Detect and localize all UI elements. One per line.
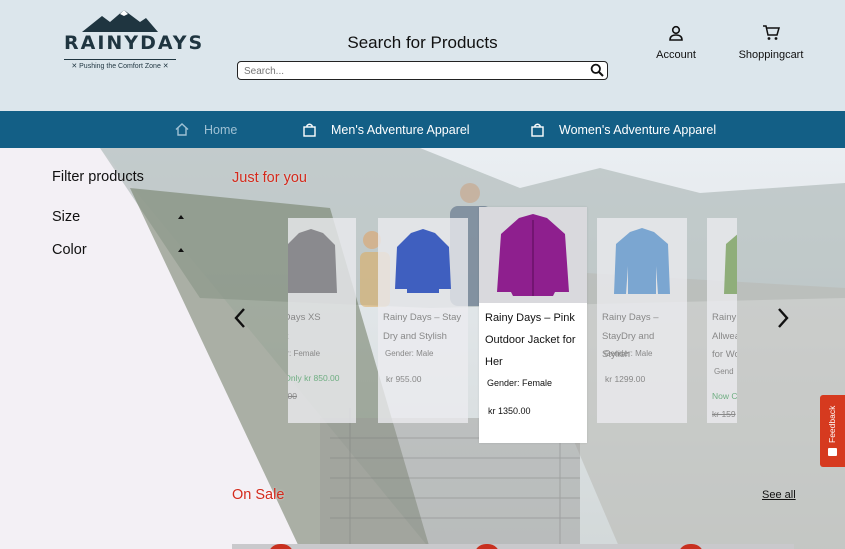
on-sale-heading: On Sale [232, 487, 285, 503]
product-image [378, 218, 468, 305]
nav-mens-apparel[interactable]: Men's Adventure Apparel [303, 111, 470, 148]
product-carousel: ny Days XScket nder: Female ow Only kr 8… [288, 205, 737, 445]
shopping-bag-icon [531, 123, 544, 137]
product-gender: Gender: Male [385, 349, 434, 358]
brand-name: RAINYDAYS [64, 32, 205, 54]
nav-mens-label: Men's Adventure Apparel [331, 122, 470, 137]
shopping-cart-icon [763, 25, 780, 40]
product-old-price: 980.00 [288, 391, 297, 401]
site-header: RAINYDAYS ✕ Pushing the Comfort Zone ✕ S… [0, 0, 845, 111]
shopping-bag-icon [303, 123, 316, 137]
product-name: RainyAllweafor Wo [712, 312, 737, 360]
search-input[interactable] [244, 64, 584, 78]
account-link[interactable]: Account [652, 25, 700, 61]
caret-up-icon [178, 248, 184, 252]
mountain-logo-icon [82, 10, 158, 32]
product-gender: Gender: Female [487, 378, 553, 388]
product-image [707, 218, 737, 305]
product-sale-price: Now C [712, 391, 737, 401]
see-all-link[interactable]: See all [762, 489, 796, 501]
user-icon [669, 25, 683, 41]
search-box [237, 61, 608, 80]
account-label: Account [656, 49, 696, 61]
rainydays-logo[interactable]: RAINYDAYS ✕ Pushing the Comfort Zone ✕ [64, 10, 205, 72]
product-card-featured[interactable]: Rainy Days – Pink Outdoor Jacket for Her G… [479, 207, 587, 443]
product-name: Rainy Days – Stay Dry and Stylish [383, 312, 462, 342]
search-title: Search for Products [347, 33, 498, 52]
filter-title: Filter products [52, 169, 144, 185]
shoppingcart-link[interactable]: Shoppingcart [738, 24, 804, 61]
feedback-icon [828, 448, 837, 456]
feedback-label: Feedback [827, 405, 837, 443]
on-sale-strip [232, 544, 794, 549]
nav-womens-apparel[interactable]: Women's Adventure Apparel [531, 111, 716, 148]
nav-home-label: Home [204, 122, 238, 137]
home-icon [175, 123, 189, 136]
product-gender: nder: Female [288, 349, 321, 358]
just-for-you-heading: Just for you [232, 170, 307, 186]
filter-color-toggle[interactable]: Color [52, 242, 187, 258]
chevron-right-icon [778, 308, 789, 328]
product-image [479, 207, 587, 303]
product-gender: Gender: Male [604, 349, 653, 358]
nav-womens-label: Women's Adventure Apparel [559, 122, 717, 137]
carousel-next-button[interactable] [776, 307, 790, 334]
filter-size-toggle[interactable]: Size [52, 209, 187, 225]
filter-size-label: Size [52, 209, 81, 225]
product-price: kr 1299.00 [605, 374, 646, 384]
product-price: kr 955.00 [386, 374, 422, 384]
chevron-left-icon [234, 308, 245, 328]
product-sale-price: ow Only kr 850.00 [288, 373, 340, 383]
product-image [597, 218, 687, 305]
feedback-tab[interactable]: Feedback [820, 395, 845, 467]
product-image [288, 218, 356, 305]
product-price: kr 1350.00 [488, 406, 531, 416]
product-name: Rainy Days – Pink Outdoor Jacket for Her [485, 312, 576, 368]
carousel-prev-button[interactable] [233, 307, 247, 334]
main-nav: Home Men's Adventure Apparel Women's Adv… [0, 111, 845, 148]
product-gender: Gend [714, 367, 734, 376]
product-card[interactable]: RainyAllweafor Wo Gend Now C kr 159 [707, 218, 737, 423]
product-card[interactable]: Rainy Days – StayDry and Stylish Gender: … [597, 218, 687, 423]
product-card[interactable]: ny Days XScket nder: Female ow Only kr 8… [288, 218, 356, 423]
nav-home[interactable]: Home [175, 111, 237, 148]
caret-up-icon [178, 215, 184, 219]
cart-label: Shoppingcart [738, 49, 804, 61]
product-old-price: kr 159 [712, 409, 736, 419]
brand-tagline: ✕ Pushing the Comfort Zone ✕ [64, 59, 176, 70]
search-icon[interactable] [590, 63, 604, 82]
filter-color-label: Color [52, 242, 87, 258]
product-card[interactable]: Rainy Days – Stay Dry and Stylish Gender:… [378, 218, 468, 423]
product-name: ny Days XScket [288, 312, 321, 342]
